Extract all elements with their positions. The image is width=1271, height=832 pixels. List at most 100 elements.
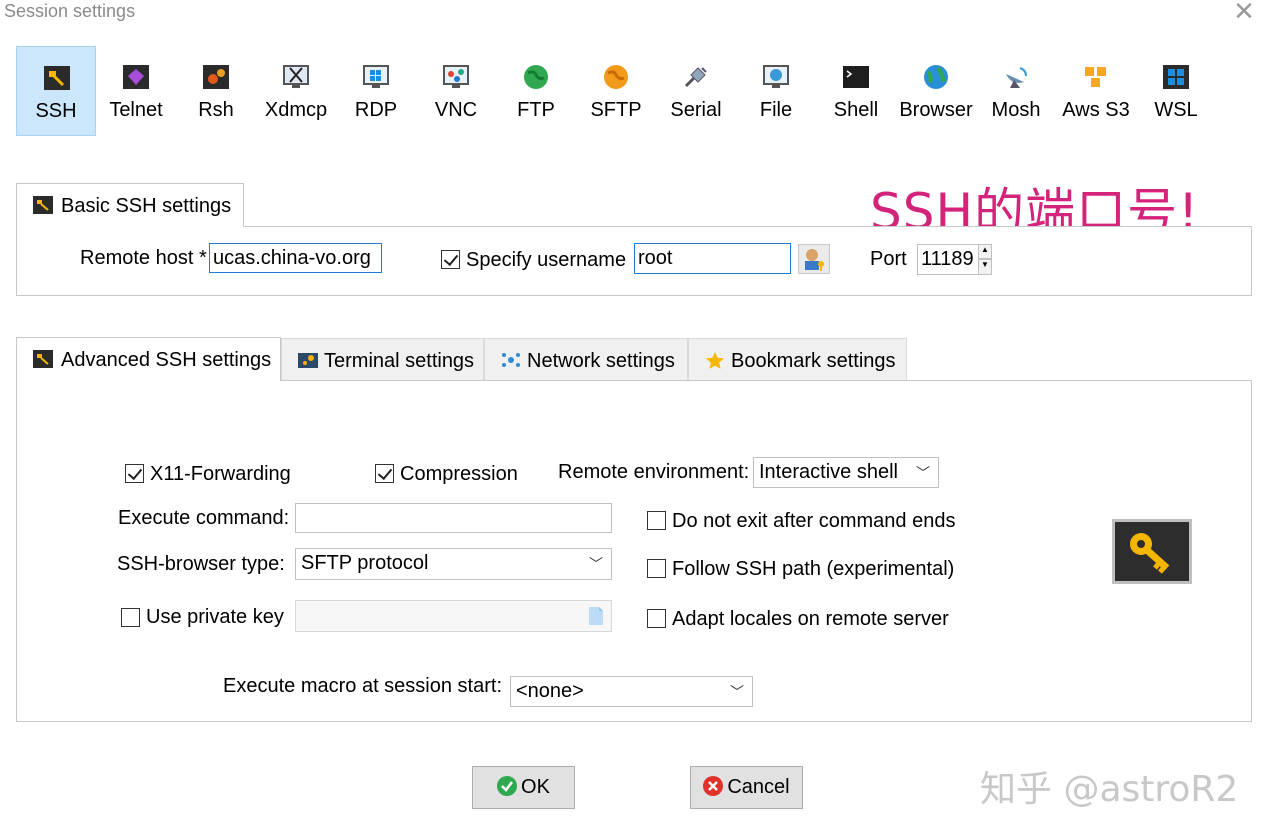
x11-forwarding-checkbox[interactable] [125, 464, 144, 483]
follow-ssh-path-label: Follow SSH path (experimental) [672, 558, 955, 580]
browser-globe-icon [924, 65, 948, 89]
wrench-icon [33, 350, 53, 368]
session-type-label: Telnet [109, 99, 163, 121]
port-spin-up[interactable]: ▲ [978, 244, 992, 259]
adapt-locales-label: Adapt locales on remote server [672, 608, 949, 630]
tab-terminal-settings[interactable]: Terminal settings [281, 338, 484, 382]
chevron-down-icon: ﹀ [589, 556, 603, 572]
execute-macro-label: Execute macro at session start: [223, 675, 503, 697]
execute-command-input[interactable] [295, 503, 612, 533]
session-type-shell[interactable]: Shell [816, 46, 896, 136]
tab-bookmark-settings[interactable]: Bookmark settings [688, 338, 907, 382]
tab-label: Advanced SSH settings [61, 349, 272, 371]
tab-network-settings[interactable]: Network settings [484, 338, 688, 382]
port-label: Port [870, 248, 907, 270]
specify-username-label: Specify username [466, 249, 627, 271]
username-input[interactable]: root [634, 243, 791, 274]
telnet-gem-icon [123, 65, 149, 89]
execute-macro-select[interactable]: <none> ﹀ [510, 676, 753, 707]
tab-label: Bookmark settings [731, 350, 896, 372]
check-circle-icon [497, 776, 518, 796]
session-type-label: File [759, 99, 793, 121]
remote-environment-select[interactable]: Interactive shell ﹀ [753, 457, 939, 488]
session-type-aws-s3[interactable]: Aws S3 [1056, 46, 1136, 136]
session-type-label: Xdmcp [264, 99, 328, 121]
ssh-browser-type-label: SSH-browser type: [117, 553, 285, 575]
port-spin-down[interactable]: ▼ [978, 259, 992, 275]
session-type-label: Shell [833, 99, 879, 121]
use-private-key-checkbox[interactable] [121, 608, 140, 627]
session-type-label: RDP [354, 99, 398, 121]
ssh-browser-type-select[interactable]: SFTP protocol ﹀ [295, 548, 612, 580]
session-type-serial[interactable]: Serial [656, 46, 736, 136]
session-type-label: Mosh [991, 99, 1041, 121]
follow-ssh-path-checkbox[interactable] [647, 559, 666, 578]
session-type-ssh[interactable]: SSH [16, 46, 96, 136]
cancel-circle-icon [703, 776, 724, 796]
compression-label: Compression [400, 463, 518, 485]
do-not-exit-checkbox[interactable] [647, 511, 666, 530]
session-type-label: SFTP [590, 99, 642, 121]
star-icon [706, 352, 724, 369]
xdmcp-monitor-icon [283, 65, 309, 88]
x11-forwarding-label: X11-Forwarding [150, 463, 291, 485]
file-monitor-icon [763, 65, 789, 88]
shell-terminal-icon [843, 66, 869, 88]
vnc-monitor-icon [443, 65, 469, 88]
do-not-exit-label: Do not exit after command ends [672, 510, 956, 532]
serial-plug-icon [684, 67, 707, 88]
user-manager-button[interactable] [798, 244, 830, 274]
rdp-windows-monitor-icon [363, 65, 389, 88]
session-type-sftp[interactable]: SFTP [576, 46, 656, 136]
adapt-locales-checkbox[interactable] [647, 609, 666, 628]
compression-checkbox[interactable] [375, 464, 394, 483]
execute-command-label: Execute command: [118, 507, 290, 529]
session-type-file[interactable]: File [736, 46, 816, 136]
user-key-icon [805, 249, 824, 271]
session-type-rsh[interactable]: Rsh [176, 46, 256, 136]
session-type-ftp[interactable]: FTP [496, 46, 576, 136]
sftp-globe-icon [604, 65, 628, 89]
session-type-label: VNC [434, 99, 478, 121]
session-type-browser[interactable]: Browser [896, 46, 976, 136]
tab-advanced-ssh-settings[interactable]: Advanced SSH settings [16, 337, 281, 381]
specify-username-checkbox[interactable] [441, 250, 460, 269]
ssh-browser-type-value: SFTP protocol [301, 552, 429, 574]
chevron-down-icon: ﹀ [730, 684, 744, 700]
rsh-gears-icon [203, 65, 229, 89]
file-browse-icon[interactable] [588, 606, 604, 626]
aws-s3-cubes-icon [1085, 67, 1106, 87]
advanced-settings-panel [16, 380, 1252, 722]
session-type-label: FTP [517, 99, 555, 121]
terminal-settings-icon [298, 353, 318, 368]
session-type-vnc[interactable]: VNC [416, 46, 496, 136]
port-input[interactable]: 11189 [917, 244, 979, 275]
tab-label: Network settings [527, 350, 675, 372]
ok-button[interactable]: OK [472, 766, 575, 809]
tab-basic-ssh-settings[interactable]: Basic SSH settings [16, 183, 244, 227]
remote-host-input[interactable]: ucas.china-vo.org [209, 243, 382, 273]
network-dots-icon [502, 353, 520, 367]
cancel-button[interactable]: Cancel [690, 766, 803, 809]
session-type-label: Serial [670, 99, 722, 121]
key-icon [1130, 533, 1170, 574]
session-type-telnet[interactable]: Telnet [96, 46, 176, 136]
wsl-windows-icon [1163, 65, 1189, 89]
session-type-wsl[interactable]: WSL [1136, 46, 1216, 136]
cancel-label: Cancel [727, 776, 790, 798]
ssh-wrench-icon [44, 66, 70, 90]
tab-label: Terminal settings [324, 350, 475, 372]
session-type-mosh[interactable]: Mosh [976, 46, 1056, 136]
close-icon[interactable]: ✕ [1232, 0, 1256, 24]
remote-environment-value: Interactive shell [759, 461, 898, 483]
execute-macro-value: <none> [516, 680, 584, 702]
session-type-label: Aws S3 [1062, 99, 1130, 121]
mosh-satellite-icon [1006, 67, 1027, 88]
session-type-label: Browser [899, 99, 973, 121]
key-image [1112, 519, 1192, 584]
session-type-label: SSH [35, 100, 77, 122]
private-key-path-input[interactable] [295, 600, 612, 632]
session-type-xdmcp[interactable]: Xdmcp [256, 46, 336, 136]
session-type-rdp[interactable]: RDP [336, 46, 416, 136]
use-private-key-label: Use private key [146, 606, 284, 628]
